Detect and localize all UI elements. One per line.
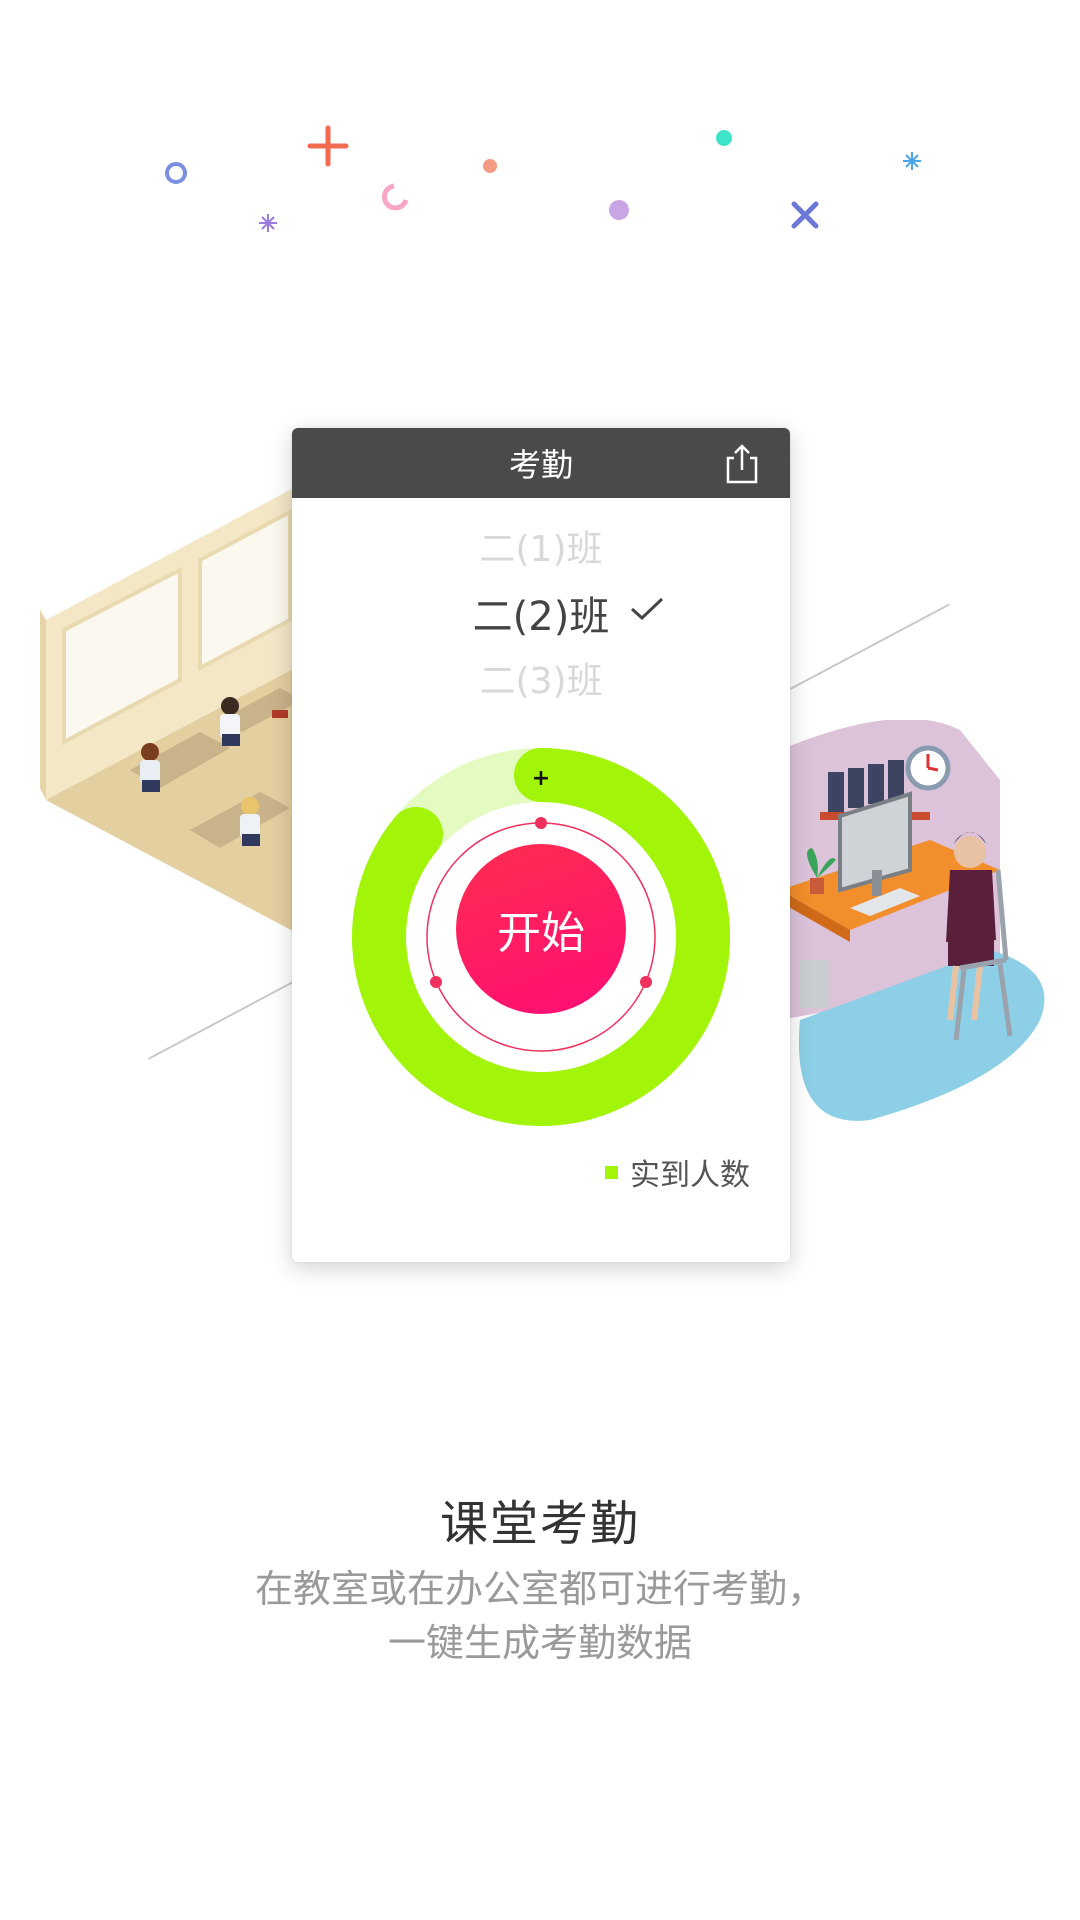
legend: 实到人数 bbox=[605, 1150, 750, 1194]
feature-description: 在教室或在办公室都可进行考勤， 一键生成考勤数据 bbox=[0, 1562, 1080, 1670]
plus-confetti bbox=[307, 125, 349, 167]
start-button[interactable]: 开始 bbox=[456, 844, 626, 1014]
check-icon bbox=[630, 597, 664, 621]
student bbox=[240, 797, 260, 846]
dot-confetti bbox=[716, 130, 732, 146]
share-icon bbox=[726, 444, 758, 484]
student bbox=[140, 743, 160, 792]
picker-item-prev[interactable]: 二(1)班 bbox=[292, 520, 790, 572]
dot-confetti bbox=[609, 200, 629, 220]
classroom-illustration bbox=[40, 490, 310, 940]
description-line-1: 在教室或在办公室都可进行考勤， bbox=[254, 1567, 825, 1611]
diagonal-line bbox=[790, 603, 950, 690]
arc-confetti bbox=[381, 183, 409, 211]
ring-dot bbox=[430, 976, 442, 988]
student bbox=[220, 697, 240, 746]
sparkle-confetti bbox=[903, 152, 921, 170]
share-button[interactable] bbox=[722, 442, 762, 486]
computer-tower bbox=[800, 960, 830, 1008]
ring-confetti bbox=[165, 162, 187, 184]
picker-item-selected[interactable]: 二(2)班 bbox=[292, 584, 790, 642]
feature-headline: 课堂考勤 bbox=[439, 1496, 640, 1552]
dot-confetti bbox=[483, 159, 497, 173]
ring-dot bbox=[535, 817, 547, 829]
card-header: 考勤 bbox=[292, 428, 790, 498]
sparkle-confetti bbox=[259, 214, 277, 232]
description-line-2: 一键生成考勤数据 bbox=[387, 1621, 692, 1665]
ring-dot bbox=[640, 976, 652, 988]
attendance-card: 考勤 二(1)班 二(2)班 二(3)班 + 开始 实到人数 bbox=[292, 428, 790, 1262]
office-illustration bbox=[780, 720, 1045, 1121]
wall-clock bbox=[905, 745, 951, 791]
cross-confetti bbox=[791, 201, 819, 229]
ring-plus-icon: + bbox=[532, 766, 550, 791]
legend-swatch bbox=[605, 1165, 618, 1179]
confetti-decoration bbox=[165, 125, 921, 232]
card-title: 考勤 bbox=[508, 446, 573, 484]
picker-item-next[interactable]: 二(3)班 bbox=[292, 652, 790, 704]
legend-label: 实到人数 bbox=[630, 1158, 750, 1193]
